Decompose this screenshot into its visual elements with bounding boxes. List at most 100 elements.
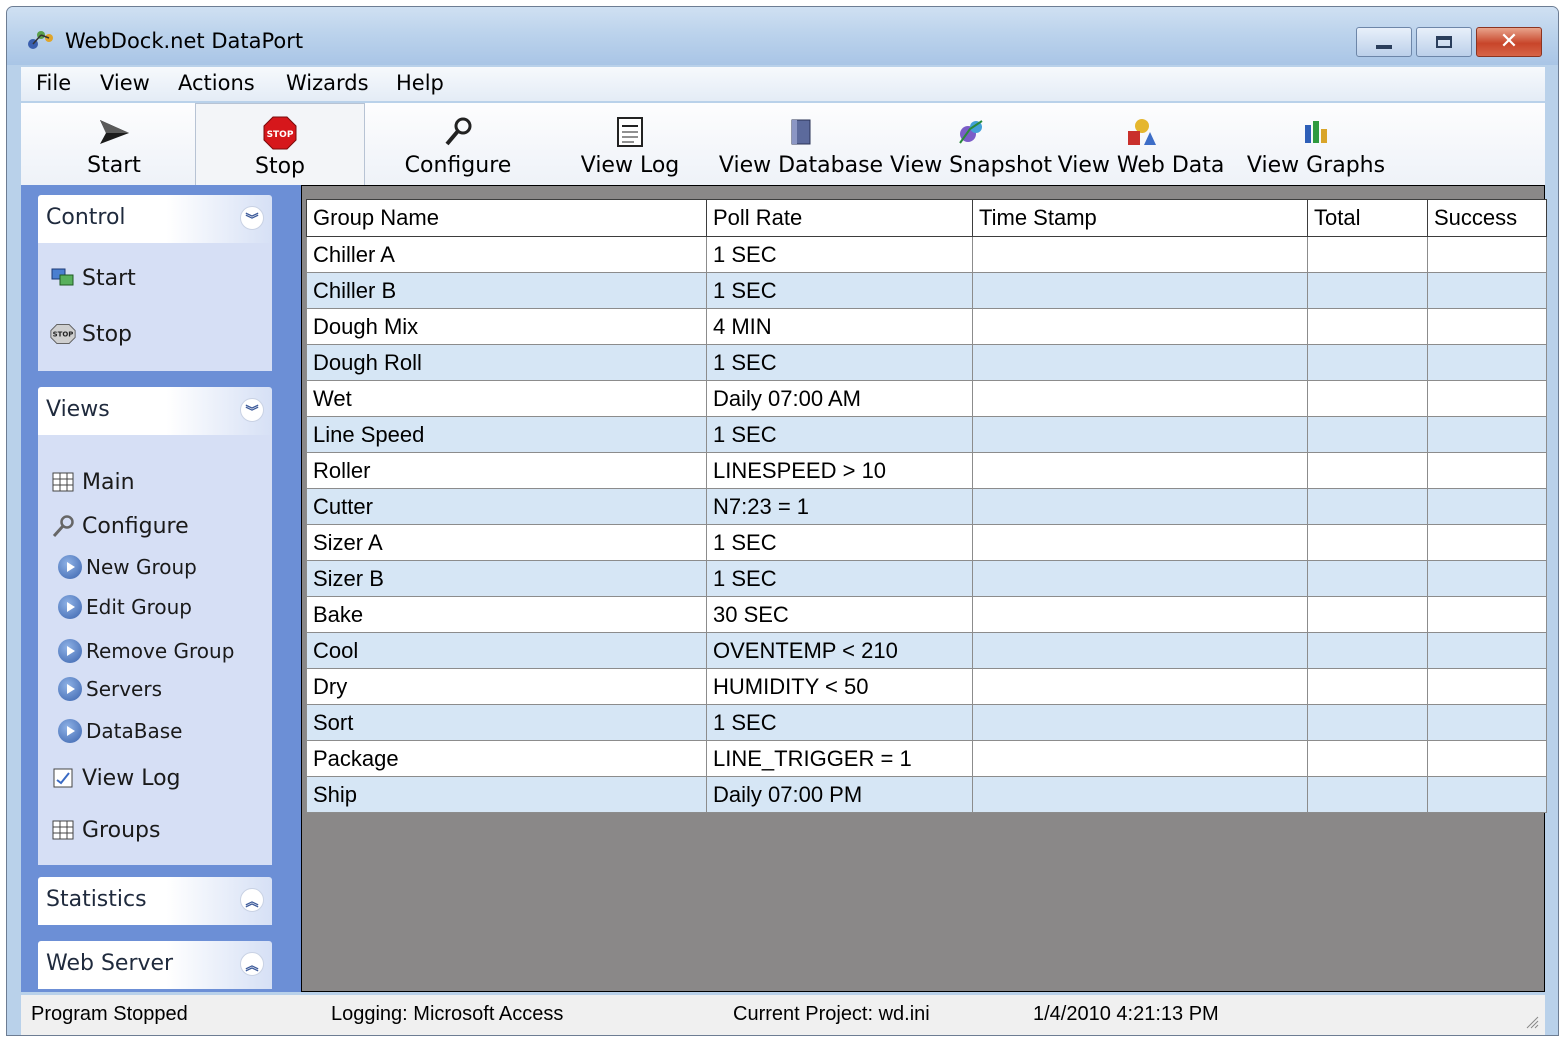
table-row[interactable]: Wet Daily 07:00 AM — [306, 380, 1547, 417]
cell-total — [1307, 524, 1428, 561]
toolbar-view-log-button[interactable]: View Log — [557, 103, 703, 185]
views-servers-link[interactable]: Servers — [58, 677, 162, 701]
toolbar-view-snapshot-label: View Snapshot — [889, 153, 1053, 178]
cell-group-name: Bake — [306, 596, 707, 633]
column-header-time-stamp[interactable]: Time Stamp — [972, 199, 1308, 237]
expand-chevron-icon[interactable]: ︽ — [240, 888, 264, 912]
views-database-label: DataBase — [86, 719, 183, 743]
expand-chevron-icon[interactable]: ︽ — [240, 952, 264, 976]
views-new-group-link[interactable]: New Group — [58, 555, 197, 579]
table-row[interactable]: Line Speed 1 SEC — [306, 416, 1547, 453]
cell-group-name: Wet — [306, 380, 707, 417]
collapse-chevron-icon[interactable]: ︾ — [240, 206, 264, 230]
control-stop-link[interactable]: STOP Stop — [50, 321, 132, 347]
cell-total — [1307, 668, 1428, 705]
cell-time-stamp — [972, 272, 1308, 309]
views-remove-group-link[interactable]: Remove Group — [58, 639, 234, 663]
maximize-icon — [1436, 36, 1452, 48]
cell-success — [1427, 272, 1547, 309]
views-edit-group-link[interactable]: Edit Group — [58, 595, 192, 619]
cell-group-name: Roller — [306, 452, 707, 489]
control-panel-title: Control — [46, 205, 126, 230]
cell-time-stamp — [972, 236, 1308, 273]
play-circle-icon — [58, 677, 82, 701]
views-database-link[interactable]: DataBase — [58, 719, 182, 743]
column-header-total[interactable]: Total — [1307, 199, 1428, 237]
maximize-button[interactable] — [1416, 27, 1472, 57]
views-servers-label: Servers — [86, 677, 163, 701]
views-configure-label: Configure — [82, 513, 189, 539]
views-panel-header[interactable]: Views ︾ — [38, 387, 272, 435]
title-bar[interactable]: WebDock.net DataPort ✕ — [7, 7, 1558, 65]
views-new-group-label: New Group — [86, 555, 197, 579]
table-row[interactable]: Chiller A1 SEC — [306, 236, 1547, 273]
table-row[interactable]: Ship Daily 07:00 PM — [306, 776, 1547, 813]
play-circle-icon — [58, 595, 82, 619]
status-program: Program Stopped — [31, 1003, 188, 1025]
table-row[interactable]: Package LINE_TRIGGER = 1 — [306, 740, 1547, 777]
control-start-link[interactable]: Start — [50, 265, 136, 291]
menu-wizards[interactable]: Wizards — [286, 71, 369, 95]
table-row[interactable]: Sizer A1 SEC — [306, 524, 1547, 561]
table-row[interactable]: Dough Roll 1 SEC — [306, 344, 1547, 381]
table-row[interactable]: Roller LINESPEED > 10 — [306, 452, 1547, 489]
table-row[interactable]: Dough Mix 4 MIN — [306, 308, 1547, 345]
stop-octagon-icon: STOP — [50, 321, 76, 347]
cell-poll-rate: Daily 07:00 PM — [706, 776, 973, 813]
cell-success — [1427, 632, 1547, 669]
column-header-group-name[interactable]: Group Name — [306, 199, 707, 237]
cell-time-stamp — [972, 416, 1308, 453]
grid-icon — [50, 817, 76, 843]
cell-poll-rate: 1 SEC — [706, 524, 973, 561]
table-row[interactable]: Dry HUMIDITY < 50 — [306, 668, 1547, 705]
menu-file[interactable]: File — [36, 71, 71, 95]
menu-actions[interactable]: Actions — [178, 71, 255, 95]
web-server-panel-header[interactable]: Web Server ︽ — [38, 941, 272, 989]
toolbar-view-database-button[interactable]: View Database — [719, 103, 883, 185]
menu-help[interactable]: Help — [396, 71, 444, 95]
control-panel-header[interactable]: Control ︾ — [38, 195, 272, 243]
play-circle-icon — [58, 639, 82, 663]
toolbar-view-graphs-button[interactable]: View Graphs — [1241, 103, 1391, 185]
cell-group-name: Cutter — [306, 488, 707, 525]
views-remove-group-label: Remove Group — [86, 639, 235, 663]
table-row[interactable]: Sizer B1 SEC — [306, 560, 1547, 597]
table-row[interactable]: Sort 1 SEC — [306, 704, 1547, 741]
menu-view[interactable]: View — [100, 71, 150, 95]
bar-graph-icon — [1299, 115, 1333, 149]
app-logo-icon — [28, 31, 53, 49]
cell-group-name: Cool — [306, 632, 707, 669]
column-header-poll-rate[interactable]: Poll Rate — [706, 199, 973, 237]
toolbar-view-web-data-button[interactable]: View Web Data — [1058, 103, 1224, 185]
database-book-icon — [784, 115, 818, 149]
cell-success — [1427, 776, 1547, 813]
cell-total — [1307, 704, 1428, 741]
table-row[interactable]: Cool OVENTEMP < 210 — [306, 632, 1547, 669]
collapse-chevron-icon[interactable]: ︾ — [240, 398, 264, 422]
table-row[interactable]: Bake 30 SEC — [306, 596, 1547, 633]
cell-success — [1427, 740, 1547, 777]
close-button[interactable]: ✕ — [1476, 27, 1542, 57]
statistics-panel-header[interactable]: Statistics ︽ — [38, 877, 272, 925]
cell-time-stamp — [972, 560, 1308, 597]
toolbar-stop-button[interactable]: STOP Stop — [195, 103, 365, 185]
cell-time-stamp — [972, 344, 1308, 381]
table-row[interactable]: Cutter N7:23 = 1 — [306, 488, 1547, 525]
minimize-button[interactable] — [1356, 27, 1412, 57]
toolbar-view-snapshot-button[interactable]: View Snapshot — [889, 103, 1053, 185]
table-row[interactable]: Chiller B1 SEC — [306, 272, 1547, 309]
start-computer-icon — [50, 265, 76, 291]
cell-total — [1307, 776, 1428, 813]
views-view-log-link[interactable]: View Log — [50, 765, 181, 791]
cell-group-name: Sizer B — [306, 560, 707, 597]
column-header-success[interactable]: Success — [1427, 199, 1547, 237]
status-logging: Logging: Microsoft Access — [331, 1003, 564, 1025]
views-main-link[interactable]: Main — [50, 469, 135, 495]
views-groups-link[interactable]: Groups — [50, 817, 160, 843]
svg-text:STOP: STOP — [53, 331, 74, 339]
views-configure-link[interactable]: Configure — [50, 513, 189, 539]
toolbar-configure-button[interactable]: Configure — [385, 103, 531, 185]
cell-total — [1307, 272, 1428, 309]
toolbar-start-button[interactable]: Start — [39, 103, 189, 185]
resize-grip-icon[interactable] — [1523, 1013, 1539, 1029]
